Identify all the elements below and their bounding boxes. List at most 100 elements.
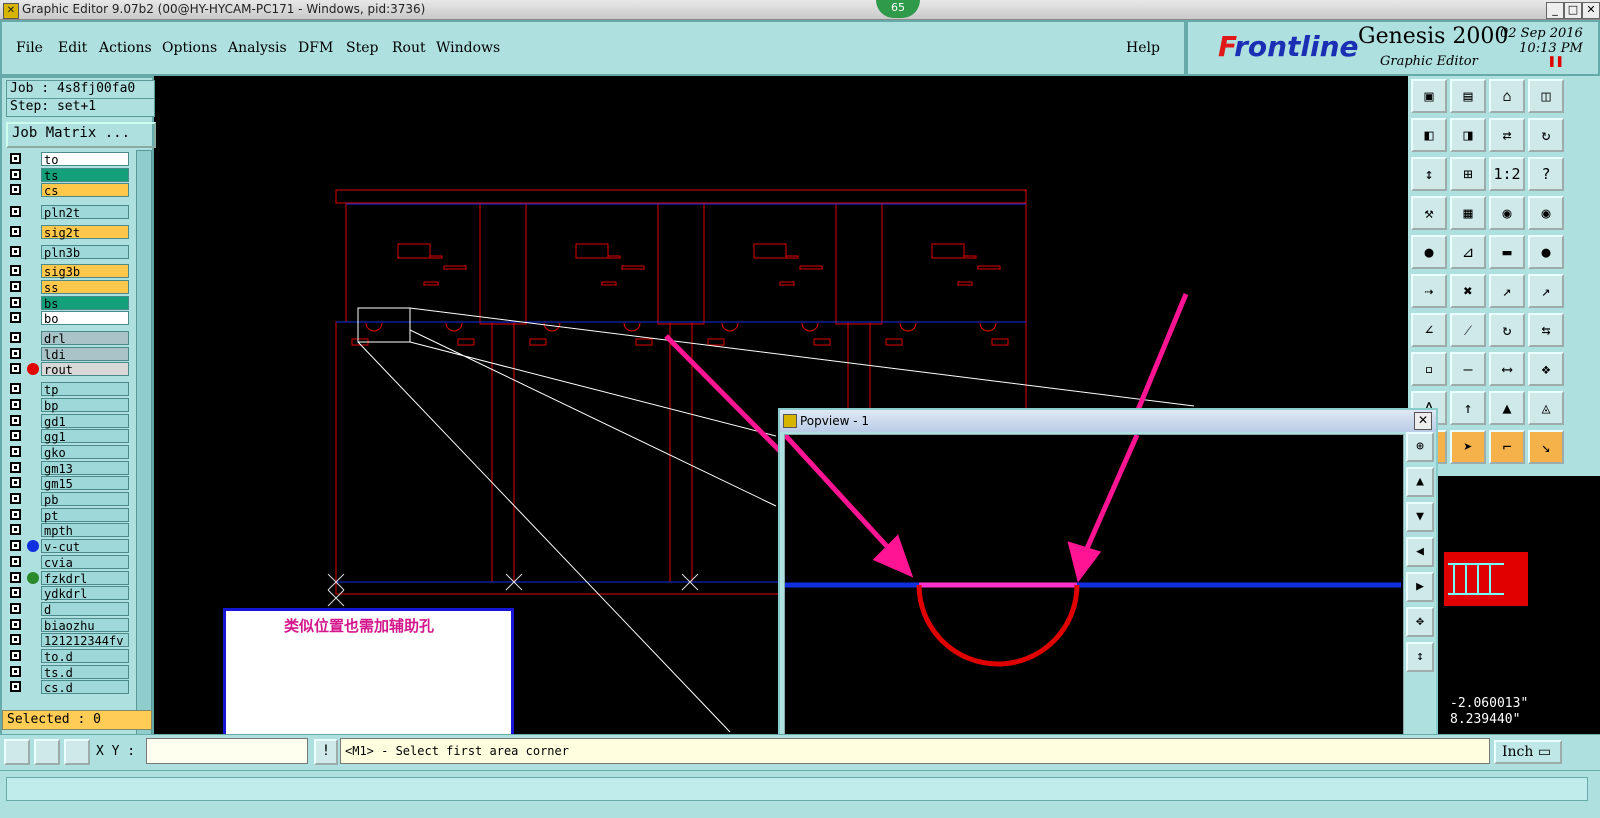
scale-icon[interactable]: 1:2 xyxy=(1489,157,1525,191)
layer-name[interactable]: cs.d xyxy=(41,680,129,695)
layer-name[interactable]: bs xyxy=(41,295,129,311)
layer-checkbox[interactable] xyxy=(10,225,21,237)
layer-name[interactable]: ss xyxy=(41,279,129,295)
layer-name[interactable]: to xyxy=(41,152,129,167)
layer-row-gm15[interactable]: gm15 xyxy=(8,476,132,491)
layer-checkbox[interactable] xyxy=(10,524,21,536)
snap-alt-icon[interactable]: ↘ xyxy=(1528,430,1564,464)
layer-name[interactable]: 121212344fv xyxy=(41,633,129,648)
layer-checkbox[interactable] xyxy=(10,168,21,180)
layer-checkbox[interactable] xyxy=(10,540,21,552)
point-icon[interactable]: ▫ xyxy=(1411,352,1447,386)
ruler-icon[interactable]: ▬ xyxy=(1489,235,1525,269)
zoom-area-tool[interactable] xyxy=(4,739,30,765)
layer-name[interactable]: cvia xyxy=(41,554,129,570)
pop-pan-up-icon[interactable]: ▲ xyxy=(1406,467,1434,497)
layer-checkbox[interactable] xyxy=(10,363,21,375)
layer-row-pln3b[interactable]: pln3b xyxy=(8,244,132,260)
open-job-icon[interactable]: ▣ xyxy=(1411,79,1447,113)
snap-icon[interactable]: ⊿ xyxy=(1450,235,1486,269)
layer-name[interactable]: biaozhu xyxy=(41,617,129,633)
menu-dfm[interactable]: DFM xyxy=(298,40,333,56)
layer-name[interactable]: cs xyxy=(41,183,129,198)
layer-row-ts.d[interactable]: ts.d xyxy=(8,664,132,680)
move-left-icon[interactable]: ◧ xyxy=(1411,118,1447,152)
layer-checkbox[interactable] xyxy=(10,430,21,442)
layer-checkbox[interactable] xyxy=(10,477,21,489)
close-button[interactable]: ✕ xyxy=(1582,2,1600,19)
layer-row-gko[interactable]: gko xyxy=(8,444,132,460)
unit-selector[interactable]: Inch ▭ xyxy=(1494,740,1562,764)
layer-checkbox[interactable] xyxy=(10,650,21,661)
layer-checkbox[interactable] xyxy=(10,587,21,599)
layer-name[interactable]: drl xyxy=(41,331,129,346)
layer-checkbox[interactable] xyxy=(10,347,21,359)
layer-row-bo[interactable]: bo xyxy=(8,311,132,326)
layer-name[interactable]: rout xyxy=(41,362,129,377)
pause-icon[interactable]: ❚❚ xyxy=(1548,54,1564,69)
layer-name[interactable]: ts xyxy=(41,167,129,183)
pop-zoom-in-icon[interactable]: ⊕ xyxy=(1406,432,1434,462)
measure-tool[interactable] xyxy=(34,739,60,765)
layer-name[interactable]: pb xyxy=(41,492,129,507)
node-red-icon[interactable]: ↗ xyxy=(1528,274,1564,308)
fit-vertical-icon[interactable]: ↕ xyxy=(1411,157,1447,191)
layer-checkbox[interactable] xyxy=(10,184,21,196)
layer-row-ts[interactable]: ts xyxy=(8,167,132,183)
layer-name[interactable]: gg1 xyxy=(41,429,129,444)
move-right-icon[interactable]: ◨ xyxy=(1450,118,1486,152)
layer-name[interactable]: fzkdrl xyxy=(41,570,129,586)
layer-checkbox[interactable] xyxy=(10,634,21,646)
layer-name[interactable]: bo xyxy=(41,311,129,326)
layer-name[interactable]: ts.d xyxy=(41,664,129,680)
home-icon[interactable]: ⌂ xyxy=(1489,79,1525,113)
layer-row-tp[interactable]: tp xyxy=(8,382,132,397)
minimize-button[interactable]: _ xyxy=(1546,2,1564,19)
layer-name[interactable]: mpth xyxy=(41,523,129,538)
layer-checkbox[interactable] xyxy=(10,602,21,614)
layer-row-cs.d[interactable]: cs.d xyxy=(8,680,132,695)
apex-icon[interactable]: ▲ xyxy=(1489,391,1525,425)
menu-windows[interactable]: Windows xyxy=(436,40,500,56)
group-icon[interactable]: ❖ xyxy=(1528,352,1564,386)
layer-checkbox[interactable] xyxy=(10,332,21,343)
layer-checkbox[interactable] xyxy=(10,665,21,677)
layer-row-sig3b[interactable]: sig3b xyxy=(8,264,132,279)
layer-row-d[interactable]: d xyxy=(8,601,132,617)
layer-name[interactable]: ydkdrl xyxy=(41,586,129,601)
layer-name[interactable]: tp xyxy=(41,382,129,397)
layer-name[interactable]: gm15 xyxy=(41,476,129,491)
layer-row-to[interactable]: to xyxy=(8,152,132,167)
layer-name[interactable]: pt xyxy=(41,507,129,523)
layer-row-rout[interactable]: rout xyxy=(8,362,132,377)
menu-options[interactable]: Options xyxy=(162,40,217,56)
line-angle-icon[interactable]: ∠ xyxy=(1411,313,1447,347)
layer-name[interactable]: ldi xyxy=(41,346,129,362)
grid-icon[interactable]: ▦ xyxy=(1450,196,1486,230)
wrench-icon[interactable]: ⚒ xyxy=(1411,196,1447,230)
polygon-icon[interactable]: ◬ xyxy=(1528,391,1564,425)
layer-list-scrollbar[interactable] xyxy=(136,150,152,742)
layer-row-mpth[interactable]: mpth xyxy=(8,523,132,538)
layer-row-ydkdrl[interactable]: ydkdrl xyxy=(8,586,132,601)
layer-checkbox[interactable] xyxy=(10,508,21,520)
layer-row-to.d[interactable]: to.d xyxy=(8,649,132,664)
connect-icon[interactable]: ⇢ xyxy=(1411,274,1447,308)
layer-row-gm13[interactable]: gm13 xyxy=(8,460,132,476)
pop-fit-vertical-icon[interactable]: ↕ xyxy=(1406,642,1434,672)
layer-name[interactable]: v-cut xyxy=(41,539,129,554)
pad-icon[interactable]: ● xyxy=(1411,235,1447,269)
layer-row-gg1[interactable]: gg1 xyxy=(8,429,132,444)
layer-row-fzkdrl[interactable]: fzkdrl xyxy=(8,570,132,586)
menu-file[interactable]: File xyxy=(16,40,43,56)
layer-checkbox[interactable] xyxy=(10,265,21,277)
layer-name[interactable]: bp xyxy=(41,397,129,413)
layer-checkbox[interactable] xyxy=(10,206,21,218)
layer-row-121212344fv[interactable]: 121212344fv xyxy=(8,633,132,648)
layer-row-cs[interactable]: cs xyxy=(8,183,132,198)
layer-row-ldi[interactable]: ldi xyxy=(8,346,132,362)
layer-row-bp[interactable]: bp xyxy=(8,397,132,413)
layer-name[interactable]: pln2t xyxy=(41,205,129,220)
layer-checkbox[interactable] xyxy=(10,571,21,583)
layer-checkbox[interactable] xyxy=(10,461,21,473)
